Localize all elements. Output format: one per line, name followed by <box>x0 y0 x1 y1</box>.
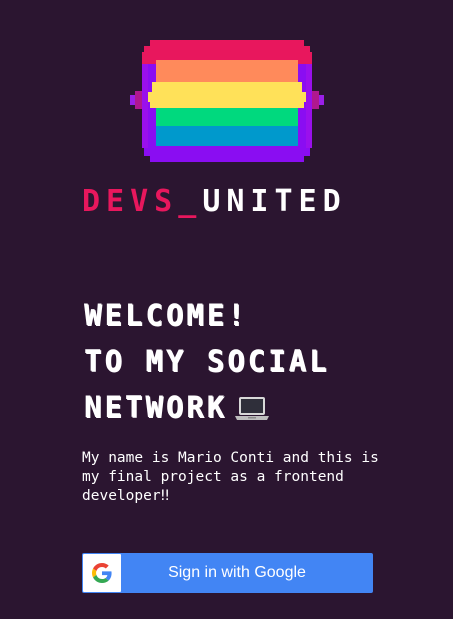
brand-name-part1: DEVS_ <box>82 184 203 219</box>
headline-line-3-row: NETWORK <box>84 384 330 430</box>
google-logo-container <box>83 554 121 592</box>
welcome-headline: WELCOME! TO MY SOCIAL NETWORK <box>84 292 330 430</box>
laptop-icon <box>235 397 270 420</box>
google-signin-label: Sign in with Google <box>168 564 306 581</box>
headline-line-2: TO MY SOCIAL <box>84 344 330 378</box>
google-g-icon <box>92 563 112 583</box>
google-signin-button[interactable]: Sign in with Google <box>82 553 373 593</box>
headline-line-1: WELCOME! <box>84 298 248 332</box>
headline-line-3: NETWORK <box>84 390 228 424</box>
logo-icon <box>130 40 324 162</box>
brand-name-part2: UNITED <box>202 184 347 219</box>
intro-text: My name is Mario Conti and this is my fi… <box>82 450 379 504</box>
brand-name: DEVS_UNITED <box>82 184 347 220</box>
